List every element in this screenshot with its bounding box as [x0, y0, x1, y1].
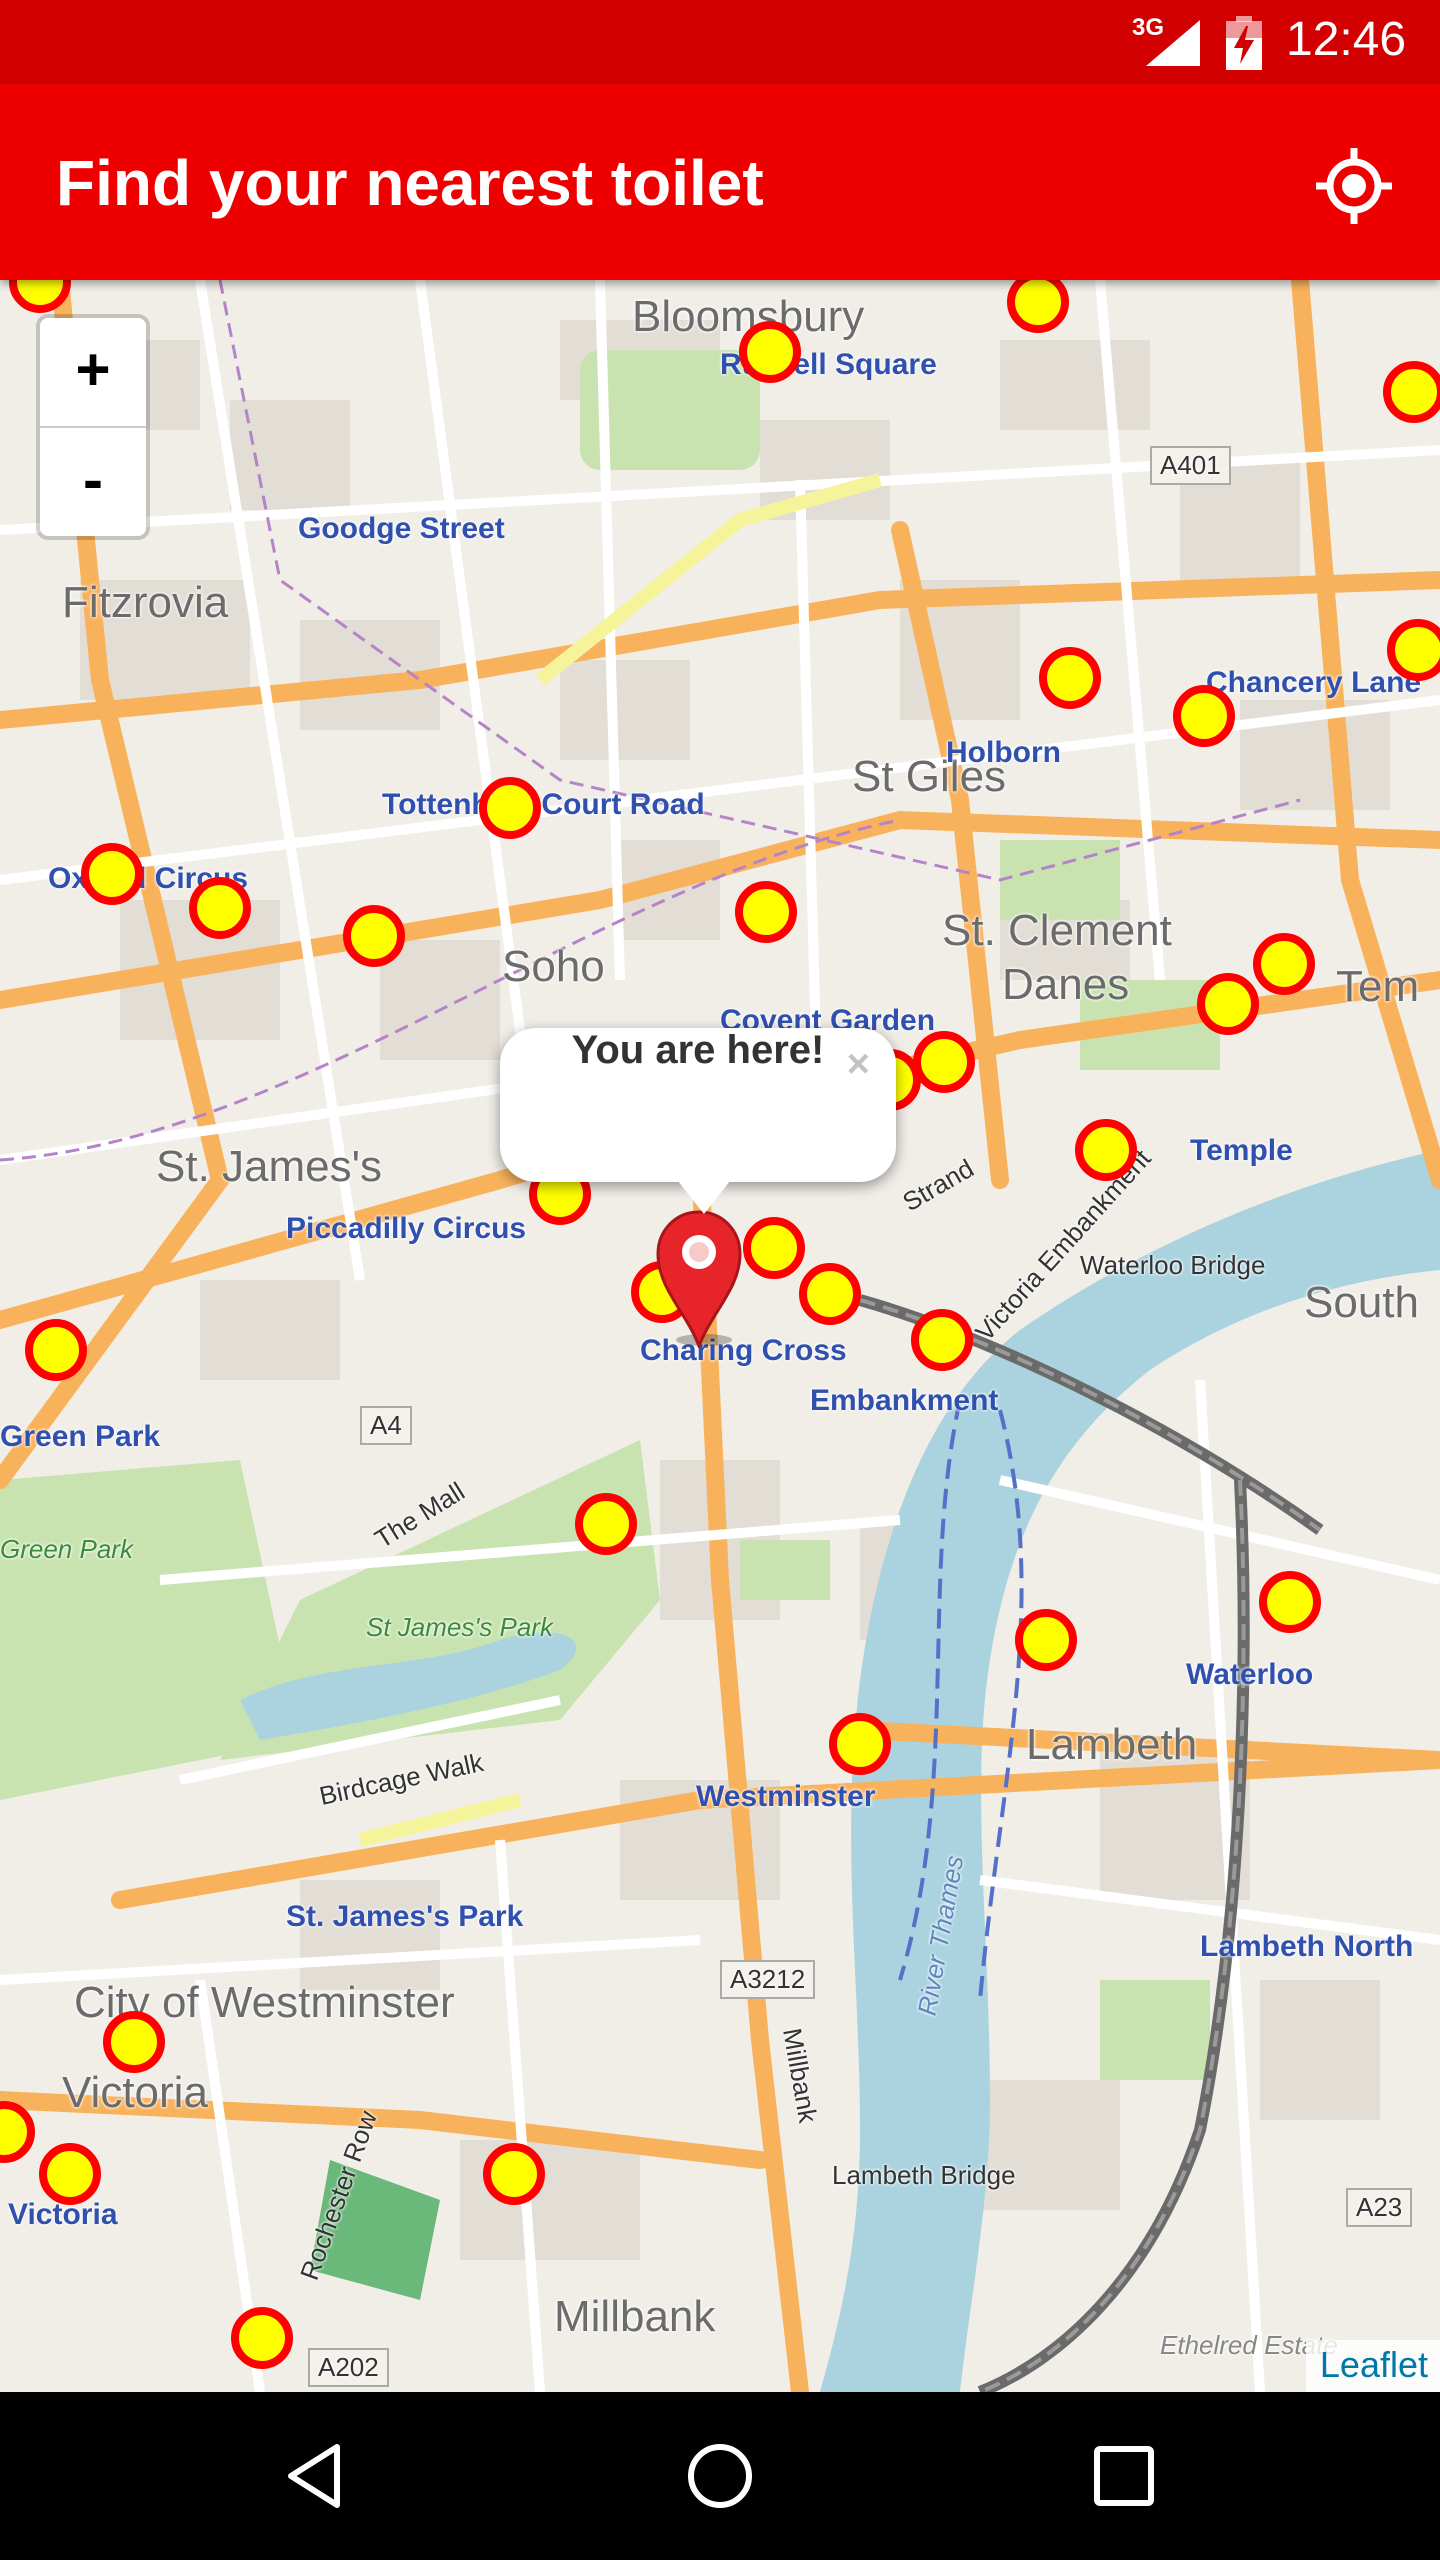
station-label: Temple [1190, 1134, 1293, 1167]
toilet-marker[interactable] [343, 905, 405, 967]
station-label: Lambeth North [1200, 1930, 1414, 1963]
you-are-here-marker[interactable] [654, 1208, 744, 1348]
leaflet-attribution-link[interactable]: Leaflet [1305, 2340, 1440, 2392]
recent-apps-square-icon [1094, 2446, 1154, 2506]
district-label: Victoria [62, 2068, 208, 2117]
toilet-marker[interactable] [743, 1217, 805, 1279]
station-label: Goodge Street [298, 512, 505, 545]
district-label: Soho [502, 942, 605, 991]
zoom-in-button[interactable]: + [40, 318, 146, 428]
gps-locate-icon [1316, 148, 1392, 224]
station-label: St. James's Park [286, 1900, 524, 1933]
road-label: A202 [308, 2348, 389, 2387]
locate-me-button[interactable] [1306, 138, 1402, 234]
back-button[interactable] [266, 2426, 366, 2526]
toilet-marker[interactable] [735, 881, 797, 943]
toilet-marker[interactable] [103, 2011, 165, 2073]
recent-apps-button[interactable] [1074, 2426, 1174, 2526]
road-label: Waterloo Bridge [1080, 1250, 1266, 1280]
battery-charging-icon [1226, 16, 1262, 70]
toilet-marker[interactable] [479, 777, 541, 839]
toilet-marker[interactable] [913, 1031, 975, 1093]
toilet-marker[interactable] [1173, 685, 1235, 747]
district-label: Danes [1002, 960, 1130, 1009]
system-nav-bar [0, 2392, 1440, 2560]
clock: 12:46 [1286, 13, 1407, 66]
station-label: Green Park [0, 1420, 161, 1453]
district-label: Lambeth [1026, 1720, 1198, 1769]
district-label: Millbank [554, 2292, 716, 2341]
toilet-marker[interactable] [1253, 933, 1315, 995]
map[interactable]: Bloomsbury Fitzrovia St Giles St. Clemen… [0, 280, 1440, 2392]
station-label: Chancery Lane [1206, 666, 1422, 699]
station-label: Waterloo [1186, 1658, 1314, 1691]
road-label: A401 [1150, 446, 1231, 485]
toilet-marker[interactable] [231, 2307, 293, 2369]
road-label: A4 [360, 1406, 412, 1445]
popup-close-button[interactable]: × [847, 1042, 870, 1087]
popup-text: You are here! [571, 1028, 825, 1072]
zoom-out-button[interactable]: - [40, 428, 146, 536]
station-label: Westminster [696, 1780, 876, 1813]
toilet-marker[interactable] [189, 877, 251, 939]
zoom-control: + - [40, 318, 146, 536]
road-label: A23 [1346, 2188, 1413, 2227]
toilet-marker[interactable] [1015, 1609, 1077, 1671]
toilet-marker[interactable] [81, 843, 143, 905]
popup-tip [674, 1176, 734, 1214]
toilet-marker[interactable] [39, 2143, 101, 2205]
station-label: Tottenham Court Road [382, 788, 705, 821]
district-label: St. Clement [942, 906, 1172, 955]
home-circle-icon [688, 2444, 752, 2508]
signal-icon [1146, 20, 1200, 66]
district-label: St. James's [156, 1142, 383, 1191]
home-button[interactable] [670, 2426, 770, 2526]
toilet-marker[interactable] [739, 321, 801, 383]
toilet-marker[interactable] [1197, 973, 1259, 1035]
toilet-marker[interactable] [1075, 1119, 1137, 1181]
toilet-marker[interactable] [1383, 361, 1440, 423]
road-label: Lambeth Bridge [832, 2160, 1016, 2190]
toilet-marker[interactable] [829, 1713, 891, 1775]
toilet-marker[interactable] [483, 2143, 545, 2205]
district-label: Fitzrovia [62, 578, 229, 627]
station-label: Holborn [946, 736, 1061, 769]
station-label: Embankment [810, 1384, 999, 1417]
district-label: Tem [1336, 962, 1420, 1011]
station-label: Piccadilly Circus [286, 1212, 527, 1245]
app-bar: Find your nearest toilet [0, 84, 1440, 280]
status-bar: 3G 12:46 [0, 0, 1440, 84]
toilet-marker[interactable] [575, 1493, 637, 1555]
toilet-marker[interactable] [25, 1319, 87, 1381]
road-label: A3212 [720, 1960, 816, 1999]
toilet-marker[interactable] [1259, 1571, 1321, 1633]
district-label: South [1304, 1278, 1419, 1327]
back-triangle-icon [288, 2444, 340, 2508]
park-label: St James's Park [366, 1612, 554, 1642]
toilet-marker[interactable] [799, 1263, 861, 1325]
toilet-marker[interactable] [1039, 647, 1101, 709]
park-label: Green Park [0, 1534, 133, 1564]
toilet-marker[interactable] [911, 1309, 973, 1371]
location-popup: You are here! × [500, 1028, 896, 1214]
page-title: Find your nearest toilet [56, 147, 764, 219]
toilet-marker[interactable] [1387, 619, 1440, 681]
